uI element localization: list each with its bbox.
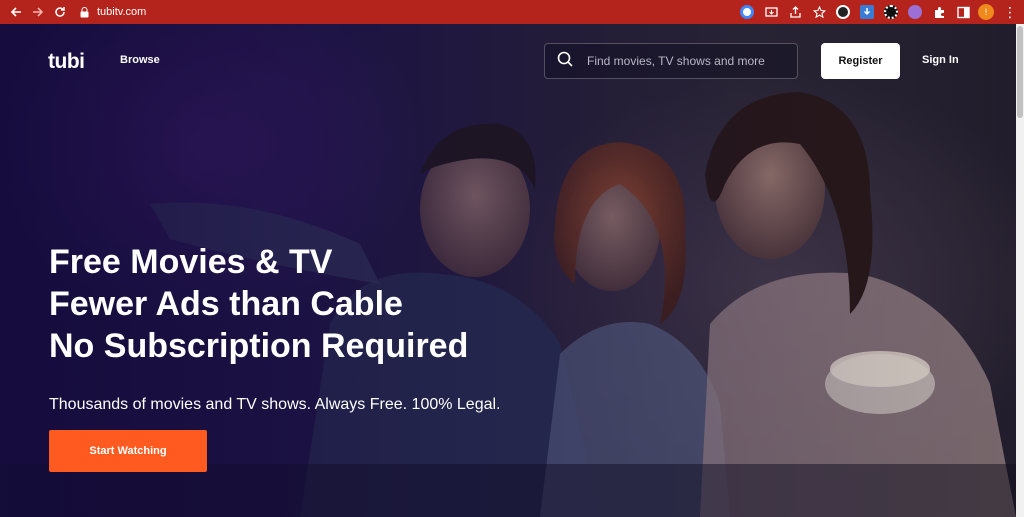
headline-line: Fewer Ads than Cable: [49, 285, 403, 323]
lock-icon: [77, 5, 91, 19]
hero-headline: Free Movies & TV Fewer Ads than Cable No…: [49, 241, 468, 367]
grammar-extension-icon[interactable]: [906, 3, 924, 21]
tubi-logo[interactable]: tubi: [48, 50, 85, 74]
install-icon[interactable]: [762, 3, 780, 21]
forward-icon[interactable]: [27, 1, 49, 23]
share-icon[interactable]: [786, 3, 804, 21]
headline-line: Free Movies & TV: [49, 243, 333, 281]
bookmark-star-icon[interactable]: [810, 3, 828, 21]
sign-in-link[interactable]: Sign In: [922, 54, 959, 66]
register-button[interactable]: Register: [821, 43, 900, 79]
start-watching-button[interactable]: Start Watching: [49, 430, 207, 472]
hero-tagline: Thousands of movies and TV shows. Always…: [49, 396, 501, 413]
page-scrollbar[interactable]: [1016, 24, 1024, 517]
back-icon[interactable]: [5, 1, 27, 23]
download-extension-icon[interactable]: [858, 3, 876, 21]
browser-toolbar: tubitv.com ! ⋮: [0, 0, 1024, 24]
search-input[interactable]: [587, 54, 787, 68]
url-text: tubitv.com: [97, 6, 147, 18]
address-bar[interactable]: tubitv.com: [77, 3, 146, 21]
headline-line: No Subscription Required: [49, 327, 469, 365]
scrollbar-thumb[interactable]: [1017, 26, 1023, 118]
puzzle-icon[interactable]: [930, 3, 948, 21]
sidebar-icon[interactable]: [954, 3, 972, 21]
circle-extension-icon[interactable]: [882, 3, 900, 21]
menu-kebab-icon[interactable]: ⋮: [1002, 3, 1018, 21]
reload-icon[interactable]: [49, 1, 71, 23]
extension-dark-icon[interactable]: [834, 3, 852, 21]
search-icon: [557, 51, 573, 72]
profile-avatar[interactable]: !: [978, 4, 994, 20]
search-box[interactable]: [544, 43, 798, 79]
browse-link[interactable]: Browse: [120, 54, 160, 66]
google-icon[interactable]: [738, 3, 756, 21]
